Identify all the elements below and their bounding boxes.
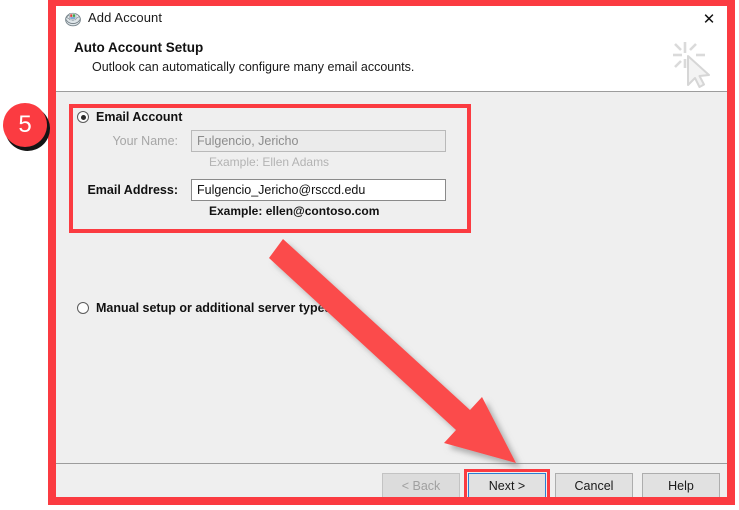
radio-email-account-label: Email Account: [96, 110, 183, 124]
cursor-sparkle-icon: [663, 36, 717, 90]
email-address-example: Example: ellen@contoso.com: [209, 204, 380, 218]
step-number-badge: 5: [3, 103, 51, 151]
close-icon[interactable]: ✕: [699, 9, 719, 29]
email-address-input[interactable]: [191, 179, 446, 201]
dialog-title: Add Account: [88, 10, 163, 25]
your-name-example: Example: Ellen Adams: [209, 155, 330, 169]
page-subtitle: Outlook can automatically configure many…: [92, 60, 415, 74]
help-button[interactable]: Help: [642, 473, 720, 498]
back-button[interactable]: < Back: [382, 473, 460, 498]
radio-email-account[interactable]: Email Account: [77, 110, 182, 124]
page-title: Auto Account Setup: [74, 40, 204, 55]
step-badge-disc: 5: [3, 103, 47, 147]
radio-email-account-indicator: [77, 111, 89, 123]
radio-manual-setup[interactable]: Manual setup or additional server types: [77, 301, 331, 315]
outlook-globe-icon: [64, 10, 82, 28]
step-badge-number: 5: [18, 111, 32, 138]
add-account-dialog: Add Account ✕ Auto Account Setup Outlook…: [55, 5, 728, 500]
next-button[interactable]: Next >: [468, 473, 546, 498]
your-name-label: Your Name:: [112, 134, 178, 148]
dialog-titlebar: Add Account ✕: [56, 6, 727, 32]
radio-manual-setup-indicator: [77, 302, 89, 314]
your-name-input[interactable]: [191, 130, 446, 152]
cancel-button[interactable]: Cancel: [555, 473, 633, 498]
email-address-label: Email Address:: [87, 183, 178, 197]
dialog-header: Auto Account Setup Outlook can automatic…: [56, 32, 727, 92]
dialog-body: Email Account Your Name: Example: Ellen …: [56, 92, 727, 463]
radio-manual-setup-label: Manual setup or additional server types: [96, 301, 332, 315]
dialog-footer: < Back Next > Cancel Help: [56, 463, 727, 499]
